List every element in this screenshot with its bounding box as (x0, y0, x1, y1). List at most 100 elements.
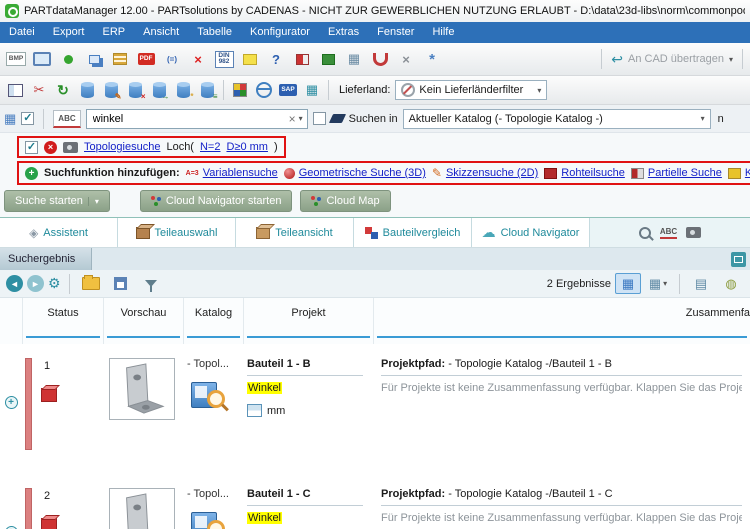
refresh-icon[interactable]: ↻ (52, 79, 74, 101)
green-part-icon[interactable] (316, 47, 340, 71)
forward-button[interactable]: ► (27, 275, 44, 292)
open-folder-button[interactable] (79, 272, 103, 296)
gear-icon[interactable]: ⚙ (48, 275, 61, 292)
tab-bauteilvergleich[interactable]: Bauteilvergleich (354, 218, 472, 247)
klassifikation-item[interactable]: Klassifika (727, 167, 750, 179)
details-view-button[interactable]: ▦ (615, 273, 641, 294)
database-tree-icon[interactable]: ≡ (196, 79, 218, 101)
catalog-icon[interactable] (191, 510, 225, 529)
geometrische-suche-link[interactable]: Geometrische Suche (3D) (299, 167, 426, 179)
skizzensuche-item[interactable]: ✎ Skizzensuche (2D) (432, 166, 538, 180)
tab-suche-active[interactable]: ABC (590, 218, 750, 247)
column-status[interactable]: Status (22, 298, 103, 344)
eraser-icon[interactable] (328, 114, 346, 123)
fulltext-checkbox[interactable] (21, 112, 35, 125)
preview-thumbnail[interactable] (109, 358, 175, 420)
catalog-icon[interactable] (191, 380, 225, 410)
note-icon[interactable] (238, 47, 262, 71)
status-green-icon[interactable] (56, 47, 80, 71)
table-icon[interactable]: ▦ (301, 79, 323, 101)
table-row[interactable]: 1 - Topol... Bauteil 1 - B Win (0, 344, 750, 474)
an-cad-button[interactable]: An CAD übertragen (628, 53, 724, 65)
tab-teileansicht[interactable]: Teileansicht (236, 218, 354, 247)
grid-view-icon[interactable]: ▦ (342, 47, 366, 71)
pdf-export-icon[interactable]: PDF (134, 47, 158, 71)
lieferland-select[interactable]: Kein Lieferländerfilter ▾ (395, 80, 548, 100)
database-transfer-icon[interactable]: → (148, 79, 170, 101)
formula-icon[interactable]: (=) (160, 47, 184, 71)
sap-icon[interactable]: SAP (277, 79, 299, 101)
window-layout-icon[interactable] (4, 79, 26, 101)
icons-view-button[interactable]: ▦ ▾ (645, 273, 671, 294)
variablensuche-item[interactable]: A=3 Variablensuche (186, 167, 278, 179)
condition-n-link[interactable]: N=2 (200, 141, 221, 153)
menu-extras[interactable]: Extras (319, 22, 368, 43)
column-vorschau[interactable]: Vorschau (103, 298, 183, 344)
delete-red-icon[interactable]: × (186, 47, 210, 71)
clear-gray-icon[interactable]: × (394, 47, 418, 71)
back-button[interactable]: ◄ (6, 275, 23, 292)
erp-grid-icon[interactable] (229, 79, 251, 101)
filter-button[interactable] (139, 272, 163, 296)
database-edit-icon[interactable]: ✎ (100, 79, 122, 101)
panel-options-button[interactable] (731, 251, 746, 267)
tab-teileauswahl[interactable]: Teileauswahl (118, 218, 236, 247)
klassifikation-link[interactable]: Klassifika (745, 167, 750, 179)
remove-search-icon[interactable] (44, 140, 57, 154)
rohteilsuche-link[interactable]: Rohteilsuche (561, 167, 625, 179)
topologiesuche-link[interactable]: Topologiesuche (84, 141, 160, 153)
search-history-icon[interactable]: ▾ (299, 114, 303, 123)
database-favorite-icon[interactable]: * (172, 79, 194, 101)
din-982-icon[interactable]: DIN 982 (212, 47, 236, 71)
tab-cloud-navigator[interactable]: ☁ Cloud Navigator (472, 218, 590, 247)
database-icon[interactable] (76, 79, 98, 101)
database-remove-icon[interactable]: × (124, 79, 146, 101)
partielle-suche-link[interactable]: Partielle Suche (648, 167, 722, 179)
export-stack-icon[interactable] (108, 47, 132, 71)
bmp-export-icon[interactable]: BMP (4, 47, 28, 71)
geometrische-suche-item[interactable]: Geometrische Suche (3D) (283, 167, 426, 179)
topology-checkbox[interactable] (25, 140, 38, 154)
table-row[interactable]: 2 - Topol... Bauteil 1 - C Win (0, 474, 750, 529)
option-checkbox[interactable] (312, 112, 326, 125)
menu-konfigurator[interactable]: Konfigurator (241, 22, 319, 43)
menu-fenster[interactable]: Fenster (368, 22, 423, 43)
clear-search-icon[interactable]: × (286, 112, 299, 126)
preview-thumbnail[interactable] (109, 488, 175, 529)
red-part-icon[interactable] (290, 47, 314, 71)
magnet-icon[interactable] (368, 47, 392, 71)
add-search-icon[interactable] (25, 166, 38, 180)
tab-assistent[interactable]: ◈ Assistent (0, 218, 118, 247)
menu-hilfe[interactable]: Hilfe (423, 22, 463, 43)
column-zusammenfassung[interactable]: Zusammenfa (373, 298, 750, 344)
tab-suchergebnis[interactable]: Suchergebnis (0, 248, 93, 270)
column-projekt[interactable]: Projekt (243, 298, 373, 344)
compass-icon[interactable]: * (420, 47, 444, 71)
partielle-suche-item[interactable]: Partielle Suche (630, 167, 722, 179)
an-cad-dropdown-icon[interactable]: ▾ (729, 55, 733, 64)
menu-export[interactable]: Export (44, 22, 94, 43)
menu-datei[interactable]: Datei (0, 22, 44, 43)
globe-icon[interactable] (253, 79, 275, 101)
search-input[interactable] (90, 111, 286, 126)
copy-windows-icon[interactable] (82, 47, 106, 71)
map-view-button[interactable]: ◍ (718, 273, 744, 294)
save-results-button[interactable] (109, 272, 133, 296)
column-katalog[interactable]: Katalog (183, 298, 243, 344)
menu-tabelle[interactable]: Tabelle (188, 22, 241, 43)
menu-ansicht[interactable]: Ansicht (134, 22, 188, 43)
search-options-icon[interactable]: ▦ (4, 111, 16, 127)
rohteilsuche-item[interactable]: Rohteilsuche (544, 167, 625, 179)
skizzensuche-link[interactable]: Skizzensuche (2D) (446, 167, 538, 179)
screen-capture-icon[interactable] (30, 47, 54, 71)
suche-starten-dropdown-icon[interactable]: ▾ (87, 196, 99, 206)
catalog-select[interactable]: Aktueller Katalog (- Topologie Katalog -… (402, 108, 711, 129)
cloud-navigator-starten-button[interactable]: Cloud Navigator starten (139, 190, 293, 212)
variablensuche-link[interactable]: Variablensuche (203, 167, 278, 179)
pliers-icon[interactable]: ✂ (28, 79, 50, 101)
abc-fulltext-icon[interactable]: ABC (53, 109, 81, 128)
suche-starten-button[interactable]: Suche starten ▾ (4, 190, 110, 212)
condition-d-link[interactable]: D≥0 mm (226, 141, 267, 153)
expand-row-icon[interactable] (4, 396, 18, 409)
help-icon[interactable]: ? (264, 47, 288, 71)
